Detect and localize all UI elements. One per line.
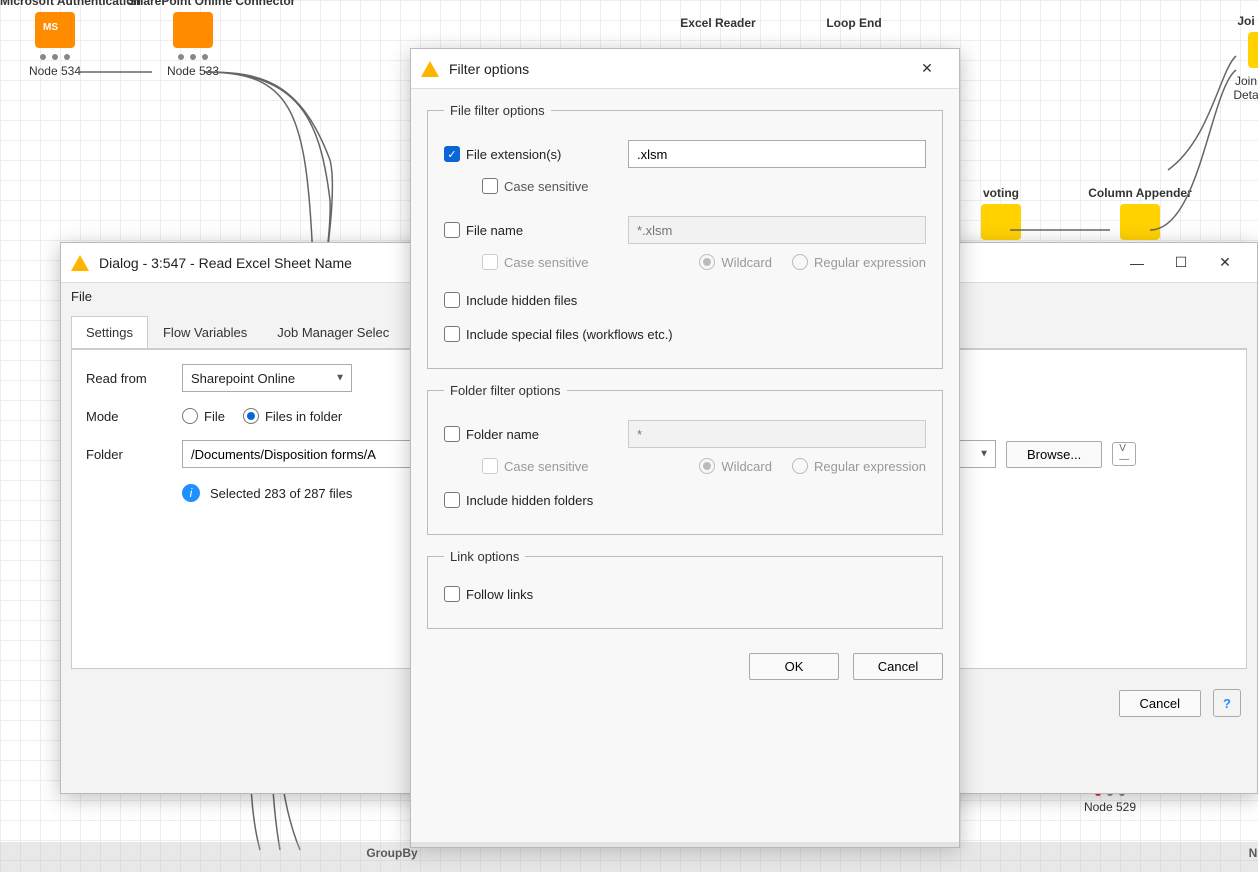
node-id: Node 534 — [0, 64, 110, 78]
menu-file[interactable]: File — [71, 289, 92, 304]
app-icon — [421, 61, 439, 77]
node-col-appender[interactable]: Column Appender — [1060, 186, 1220, 246]
include-hidden-folders-label: Include hidden folders — [466, 493, 593, 508]
flow-variable-button[interactable]: V— — [1112, 442, 1136, 466]
mode-files-in-folder-label: Files in folder — [265, 409, 342, 424]
tab-flow-variables[interactable]: Flow Variables — [148, 316, 262, 348]
regex-label: Regular expression — [814, 255, 926, 270]
ok-button[interactable]: OK — [749, 653, 839, 680]
include-special-files-label: Include special files (workflows etc.) — [466, 327, 673, 342]
file-extension-input[interactable] — [628, 140, 926, 168]
node-voting[interactable]: voting — [966, 186, 1036, 246]
help-button[interactable]: ? — [1213, 689, 1241, 717]
node-icon — [981, 204, 1021, 240]
tab-settings[interactable]: Settings — [71, 316, 148, 348]
minimize-button[interactable]: — — [1115, 248, 1159, 278]
file-name-label: File name — [466, 223, 616, 238]
folder-name-input — [628, 420, 926, 448]
mode-file-radio[interactable]: File — [182, 408, 225, 424]
case-sensitive-folder-checkbox: Case sensitive — [482, 458, 589, 474]
case-sensitive-ext-label: Case sensitive — [504, 179, 589, 194]
file-extension-checkbox[interactable]: ✓ File extension(s) — [444, 146, 616, 162]
case-sensitive-name-checkbox: Case sensitive — [482, 254, 589, 270]
info-icon: i — [182, 484, 200, 502]
folder-wildcard-radio: Wildcard — [699, 458, 772, 474]
wildcard-radio: Wildcard — [699, 254, 772, 270]
node-icon — [1248, 32, 1258, 68]
node-icon — [1120, 204, 1160, 240]
link-options-legend: Link options — [444, 549, 525, 564]
close-button[interactable]: ✕ — [905, 54, 949, 84]
node-id: Node 533 — [128, 64, 258, 78]
case-sensitive-ext-checkbox[interactable]: Case sensitive — [482, 178, 589, 194]
window-title: Filter options — [449, 61, 905, 77]
folder-wildcard-label: Wildcard — [721, 459, 772, 474]
node-id: Join Deta — [1226, 74, 1258, 102]
folder-filter-legend: Folder filter options — [444, 383, 567, 398]
folder-label: Folder — [86, 447, 172, 462]
titlebar: Filter options ✕ — [411, 49, 959, 89]
include-hidden-files-checkbox[interactable]: Include hidden files — [444, 292, 577, 308]
node-label: Column Appender — [1060, 186, 1220, 200]
browse-button[interactable]: Browse... — [1006, 441, 1102, 468]
read-from-value: Sharepoint Online — [191, 371, 295, 386]
include-hidden-files-label: Include hidden files — [466, 293, 577, 308]
case-sensitive-name-label: Case sensitive — [504, 255, 589, 270]
node-label: SharePoint Online Connector — [128, 0, 258, 8]
node-ms-auth[interactable]: Microsoft Authentication MS Node 534 — [0, 0, 110, 78]
parent-cancel-button[interactable]: Cancel — [1119, 690, 1201, 717]
close-button[interactable]: ✕ — [1203, 248, 1247, 278]
chevron-down-icon: ▼ — [335, 373, 345, 384]
file-filter-legend: File filter options — [444, 103, 551, 118]
node-loop-end[interactable]: Loop End — [804, 16, 904, 34]
node-id: Node 529 — [1060, 800, 1160, 814]
mode-files-in-folder-radio[interactable]: Files in folder — [243, 408, 342, 424]
chevron-down-icon: ▼ — [979, 449, 989, 460]
file-name-input — [628, 216, 926, 244]
read-from-label: Read from — [86, 371, 172, 386]
filter-dialog-footer: OK Cancel — [411, 643, 959, 690]
node-sp-connector[interactable]: SharePoint Online Connector Node 533 — [128, 0, 258, 78]
follow-links-checkbox[interactable]: Follow links — [444, 586, 533, 602]
folder-filter-fieldset: Folder filter options Folder name Case s… — [427, 383, 943, 535]
tab-job-manager[interactable]: Job Manager Selec — [262, 316, 404, 348]
node-ports — [178, 54, 208, 62]
include-hidden-folders-checkbox[interactable]: Include hidden folders — [444, 492, 593, 508]
node-join-top[interactable]: Joi Join Deta — [1226, 14, 1258, 102]
node-label: Loop End — [804, 16, 904, 30]
folder-name-checkbox[interactable]: Folder name — [444, 426, 616, 442]
filter-options-dialog: Filter options ✕ File filter options ✓ F… — [410, 48, 960, 848]
file-extension-label: File extension(s) — [466, 147, 616, 162]
node-ports — [40, 54, 70, 62]
node-label: voting — [966, 186, 1036, 200]
node-label: Joi — [1226, 14, 1258, 28]
status-strip — [0, 842, 1258, 872]
node-excel-reader[interactable]: Excel Reader — [648, 16, 788, 34]
read-from-select[interactable]: Sharepoint Online ▼ — [182, 364, 352, 392]
maximize-button[interactable]: ☐ — [1159, 248, 1203, 278]
node-label: Excel Reader — [648, 16, 788, 30]
wildcard-label: Wildcard — [721, 255, 772, 270]
selected-files-status: Selected 283 of 287 files — [210, 486, 352, 501]
file-filter-fieldset: File filter options ✓ File extension(s) … — [427, 103, 943, 369]
include-special-files-checkbox[interactable]: Include special files (workflows etc.) — [444, 326, 673, 342]
file-name-checkbox[interactable]: File name — [444, 222, 616, 238]
mode-label: Mode — [86, 409, 172, 424]
node-label: Microsoft Authentication — [0, 0, 110, 8]
mode-file-label: File — [204, 409, 225, 424]
app-icon — [71, 255, 89, 271]
folder-name-label: Folder name — [466, 427, 616, 442]
folder-regex-label: Regular expression — [814, 459, 926, 474]
cancel-button[interactable]: Cancel — [853, 653, 943, 680]
folder-regex-radio: Regular expression — [792, 458, 926, 474]
follow-links-label: Follow links — [466, 587, 533, 602]
case-sensitive-folder-label: Case sensitive — [504, 459, 589, 474]
regex-radio: Regular expression — [792, 254, 926, 270]
node-icon — [173, 12, 213, 48]
link-options-fieldset: Link options Follow links — [427, 549, 943, 629]
node-icon: MS — [35, 12, 75, 48]
